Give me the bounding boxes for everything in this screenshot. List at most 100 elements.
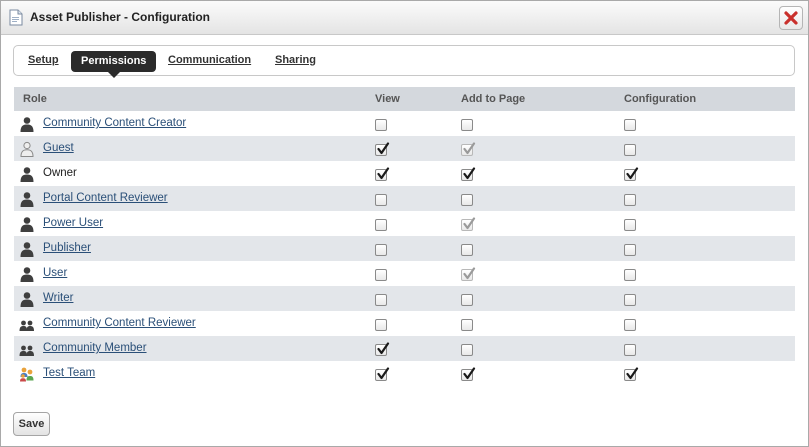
permission-cell-add-to-page	[461, 261, 624, 286]
role-name[interactable]: User	[43, 267, 67, 279]
configuration-checkbox[interactable]	[624, 143, 636, 156]
permissions-table: Role View Add to Page Configuration Comm…	[14, 87, 795, 386]
tab-permissions[interactable]: Permissions	[71, 51, 157, 78]
role-cell: Portal Content Reviewer	[14, 186, 375, 211]
permission-cell-view	[375, 311, 461, 336]
permission-cell-configuration	[624, 261, 795, 286]
permission-cell-add-to-page	[461, 136, 624, 161]
add-to-page-checkbox[interactable]	[461, 293, 473, 306]
permission-cell-view	[375, 286, 461, 311]
role-cell: Writer	[14, 286, 375, 311]
add-to-page-checkbox[interactable]	[461, 118, 473, 131]
team-icon	[19, 366, 35, 382]
permission-cell-add-to-page	[461, 286, 624, 311]
role-cell: Community Content Reviewer	[14, 311, 375, 336]
view-checkbox[interactable]	[375, 268, 387, 281]
add-to-page-checkbox	[461, 216, 476, 231]
column-header-configuration: Configuration	[624, 87, 795, 111]
view-checkbox[interactable]	[375, 293, 387, 306]
role-name[interactable]: Publisher	[43, 242, 91, 254]
column-header-add-to-page: Add to Page	[461, 87, 624, 111]
configuration-checkbox[interactable]	[624, 343, 636, 356]
permission-cell-configuration	[624, 136, 795, 161]
save-button[interactable]: Save	[13, 412, 50, 436]
table-row: Publisher	[14, 236, 795, 261]
role-name: Owner	[43, 167, 77, 179]
permission-cell-add-to-page	[461, 186, 624, 211]
view-checkbox[interactable]	[375, 318, 387, 331]
permission-cell-configuration	[624, 336, 795, 361]
view-checkbox[interactable]	[375, 166, 390, 181]
permissions-table-body: Community Content Creator Guest Owner Porta…	[14, 111, 795, 386]
guest-user-icon	[19, 141, 35, 157]
role-name[interactable]: Writer	[43, 292, 73, 304]
title-bar[interactable]: Asset Publisher - Configuration	[1, 1, 808, 35]
close-button[interactable]	[779, 6, 803, 30]
permission-cell-add-to-page	[461, 336, 624, 361]
role-cell: Guest	[14, 136, 375, 161]
view-checkbox[interactable]	[375, 193, 387, 206]
user-icon	[19, 241, 35, 257]
table-row: Guest	[14, 136, 795, 161]
add-to-page-checkbox[interactable]	[461, 166, 476, 181]
permission-cell-add-to-page	[461, 211, 624, 236]
role-name[interactable]: Test Team	[43, 367, 95, 379]
view-checkbox[interactable]	[375, 243, 387, 256]
tab-communication[interactable]: Communication	[168, 54, 251, 66]
role-name[interactable]: Community Content Reviewer	[43, 317, 196, 329]
role-cell: Community Content Creator	[14, 111, 375, 136]
user-icon	[19, 191, 35, 207]
document-icon	[9, 9, 23, 26]
role-cell: Owner	[14, 161, 375, 186]
permission-cell-add-to-page	[461, 161, 624, 186]
view-checkbox[interactable]	[375, 366, 390, 381]
close-icon	[784, 11, 798, 25]
view-checkbox[interactable]	[375, 341, 390, 356]
add-to-page-checkbox[interactable]	[461, 243, 473, 256]
role-name[interactable]: Community Member	[43, 342, 147, 354]
permission-cell-configuration	[624, 211, 795, 236]
configuration-dialog: Asset Publisher - Configuration Setup Pe…	[0, 0, 809, 447]
permission-cell-view	[375, 161, 461, 186]
permission-cell-add-to-page	[461, 236, 624, 261]
role-name[interactable]: Community Content Creator	[43, 117, 186, 129]
view-checkbox[interactable]	[375, 141, 390, 156]
add-to-page-checkbox[interactable]	[461, 318, 473, 331]
permission-cell-configuration	[624, 361, 795, 386]
view-checkbox[interactable]	[375, 218, 387, 231]
permission-cell-add-to-page	[461, 111, 624, 136]
table-row: Portal Content Reviewer	[14, 186, 795, 211]
configuration-checkbox[interactable]	[624, 193, 636, 206]
configuration-checkbox[interactable]	[624, 166, 639, 181]
tab-bar: Setup Permissions Communication Sharing	[13, 45, 795, 78]
configuration-checkbox[interactable]	[624, 218, 636, 231]
add-to-page-checkbox[interactable]	[461, 193, 473, 206]
role-name[interactable]: Guest	[43, 142, 74, 154]
role-name[interactable]: Power User	[43, 217, 103, 229]
permission-cell-view	[375, 236, 461, 261]
configuration-checkbox[interactable]	[624, 243, 636, 256]
permission-cell-view	[375, 111, 461, 136]
permission-cell-view	[375, 336, 461, 361]
configuration-checkbox[interactable]	[624, 366, 639, 381]
tab-setup[interactable]: Setup	[28, 54, 59, 66]
table-row: Test Team	[14, 361, 795, 386]
table-row: Community Member	[14, 336, 795, 361]
configuration-checkbox[interactable]	[624, 293, 636, 306]
role-name[interactable]: Portal Content Reviewer	[43, 192, 168, 204]
configuration-checkbox[interactable]	[624, 268, 636, 281]
tab-sharing[interactable]: Sharing	[275, 54, 316, 66]
permission-cell-view	[375, 211, 461, 236]
add-to-page-checkbox[interactable]	[461, 366, 476, 381]
configuration-checkbox[interactable]	[624, 318, 636, 331]
table-row: Writer	[14, 286, 795, 311]
view-checkbox[interactable]	[375, 118, 387, 131]
table-row: Owner	[14, 161, 795, 186]
table-header-row: Role View Add to Page Configuration	[14, 87, 795, 111]
user-group-icon	[19, 341, 35, 357]
configuration-checkbox[interactable]	[624, 118, 636, 131]
role-cell: Test Team	[14, 361, 375, 386]
permission-cell-configuration	[624, 111, 795, 136]
dialog-title: Asset Publisher - Configuration	[30, 10, 211, 24]
add-to-page-checkbox[interactable]	[461, 343, 473, 356]
